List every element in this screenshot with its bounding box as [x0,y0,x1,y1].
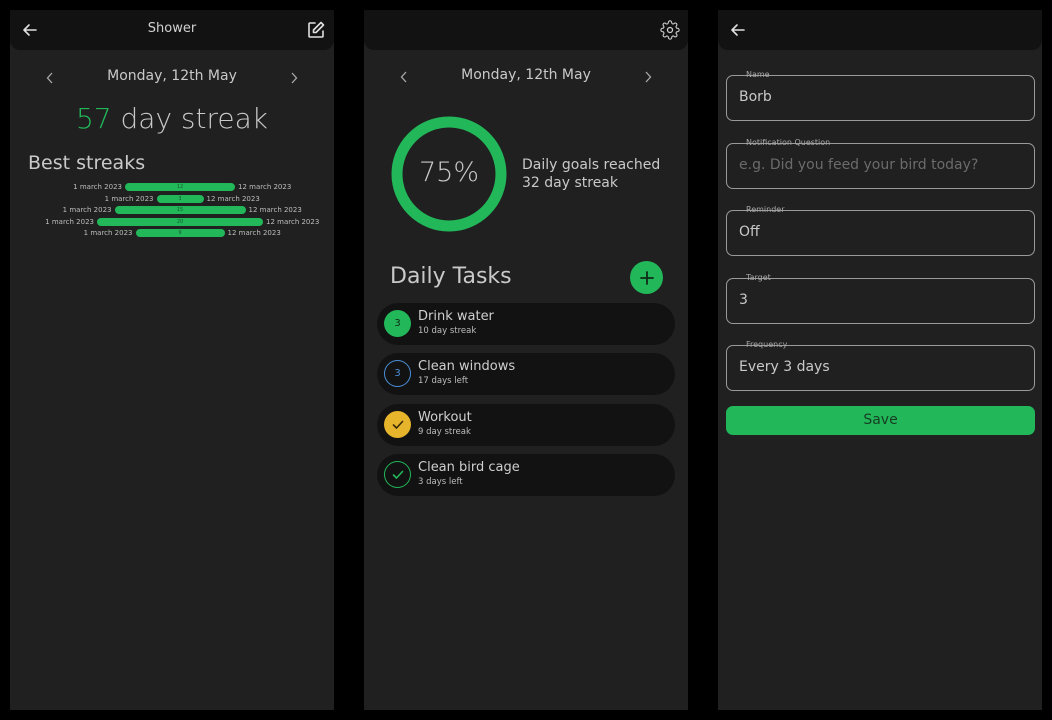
next-day-button[interactable] [640,67,656,87]
form-field-reminder[interactable]: Reminder Off [726,205,1035,256]
best-streaks-heading: Best streaks [28,152,146,174]
streak-start-date: 1 march 2023 [45,217,94,226]
task-item[interactable]: 3 Drink water 10 day streak [377,303,675,345]
streak-end-date: 12 march 2023 [238,183,292,191]
streak-start-date: 1 march 2023 [83,229,133,238]
form-field-name[interactable]: Name Borb [726,70,1035,121]
field-value[interactable]: Off [739,224,760,240]
field-label: Name [746,70,770,79]
field-label: Notification Question [746,138,831,147]
task-name: Clean windows [418,359,516,374]
best-streak-row: 1 march 2023 15 12 march 2023 [10,205,334,217]
date-navigator: Monday, 12th May [10,66,334,90]
best-streak-row: 1 march 2023 9 12 march 2023 [10,228,334,240]
task-name: Workout [418,410,472,425]
streak-screen: Shower Monday, 12th May 57 day streak Be… [10,10,334,710]
best-streaks-list: 1 march 2023 12 12 march 2023 1 march 2023 3… [10,182,334,240]
back-button[interactable] [726,18,750,42]
form-field-notification-question[interactable]: Notification Question e.g. Did you feed y… [726,138,1035,189]
streak-suffix: day streak [111,102,268,135]
overall-streak-label: 32 day streak [522,175,618,191]
plus-icon [639,270,654,285]
chevron-right-icon [645,71,652,83]
progress-percent: 75% [418,157,479,188]
best-streak-row: 1 march 2023 3 12 march 2023 [10,194,334,206]
streak-end-date: 12 march 2023 [248,206,302,215]
streak-bar: 3 [156,194,204,203]
task-status-badge[interactable]: 3 [384,310,411,337]
streak-bar: 9 [135,229,225,238]
field-label: Frequency [746,340,788,349]
current-streak: 57 day streak [10,102,334,135]
streak-end-date: 12 march 2023 [227,229,281,238]
field-value[interactable]: Borb [739,89,772,105]
task-status-badge[interactable] [384,461,411,488]
check-icon [392,420,403,429]
date-navigator: Monday, 12th May [364,65,688,89]
field-value[interactable]: Every 3 days [739,359,830,375]
task-subtitle: 9 day streak [418,427,471,437]
streak-bar: 12 [125,183,235,191]
add-task-button[interactable] [630,261,663,294]
app-bar: Shower [10,10,334,50]
next-day-button[interactable] [286,68,302,88]
streak-bar: 15 [114,206,246,215]
daily-tasks-heading: Daily Tasks [390,264,512,289]
edit-button[interactable] [304,18,328,42]
home-screen: Monday, 12th May 75% Daily goals reached… [364,10,688,710]
task-subtitle: 3 days left [418,477,463,487]
check-icon [392,470,403,479]
page-title: Shower [147,21,197,36]
chevron-right-icon [291,72,298,84]
streak-start-date: 1 march 2023 [104,194,154,203]
field-label: Reminder [746,205,785,214]
settings-button[interactable] [658,18,682,42]
task-subtitle: 10 day streak [418,326,477,336]
task-subtitle: 17 days left [418,376,469,386]
streak-start-date: 1 march 2023 [73,183,122,191]
streak-start-date: 1 march 2023 [62,206,112,215]
best-streak-row: 1 march 2023 20 12 march 2023 [10,217,334,229]
edit-icon [308,21,325,38]
streak-bar: 20 [97,217,263,226]
best-streak-row: 1 march 2023 12 12 march 2023 [10,182,334,194]
goals-reached-label: Daily goals reached [522,157,661,173]
task-name: Clean bird cage [418,460,520,475]
task-item[interactable]: 3 Clean windows 17 days left [377,353,675,395]
streak-number: 57 [75,102,112,135]
goals-summary: Daily goals reached 32 day streak [522,156,660,192]
app-bar [718,10,1042,50]
task-item[interactable]: Clean bird cage 3 days left [377,454,675,496]
field-label: Target [746,273,771,282]
streak-end-date: 12 march 2023 [206,194,260,203]
field-value[interactable]: e.g. Did you feed your bird today? [739,157,978,173]
streak-end-date: 12 march 2023 [266,217,320,226]
daily-progress-ring: 75% [390,115,508,233]
field-value[interactable]: 3 [739,292,748,308]
task-item[interactable]: Workout 9 day streak [377,404,675,446]
form-field-target[interactable]: Target 3 [726,273,1035,324]
task-status-badge[interactable]: 3 [384,360,411,387]
arrow-left-icon [731,24,745,36]
edit-task-screen: Name Borb Notification Question e.g. Did yo… [718,10,1042,710]
task-status-badge[interactable] [384,411,411,438]
app-bar [364,10,688,50]
gear-icon [660,20,680,40]
task-name: Drink water [418,309,494,324]
form-field-frequency[interactable]: Frequency Every 3 days [726,340,1035,391]
save-button[interactable]: Save [726,406,1035,435]
